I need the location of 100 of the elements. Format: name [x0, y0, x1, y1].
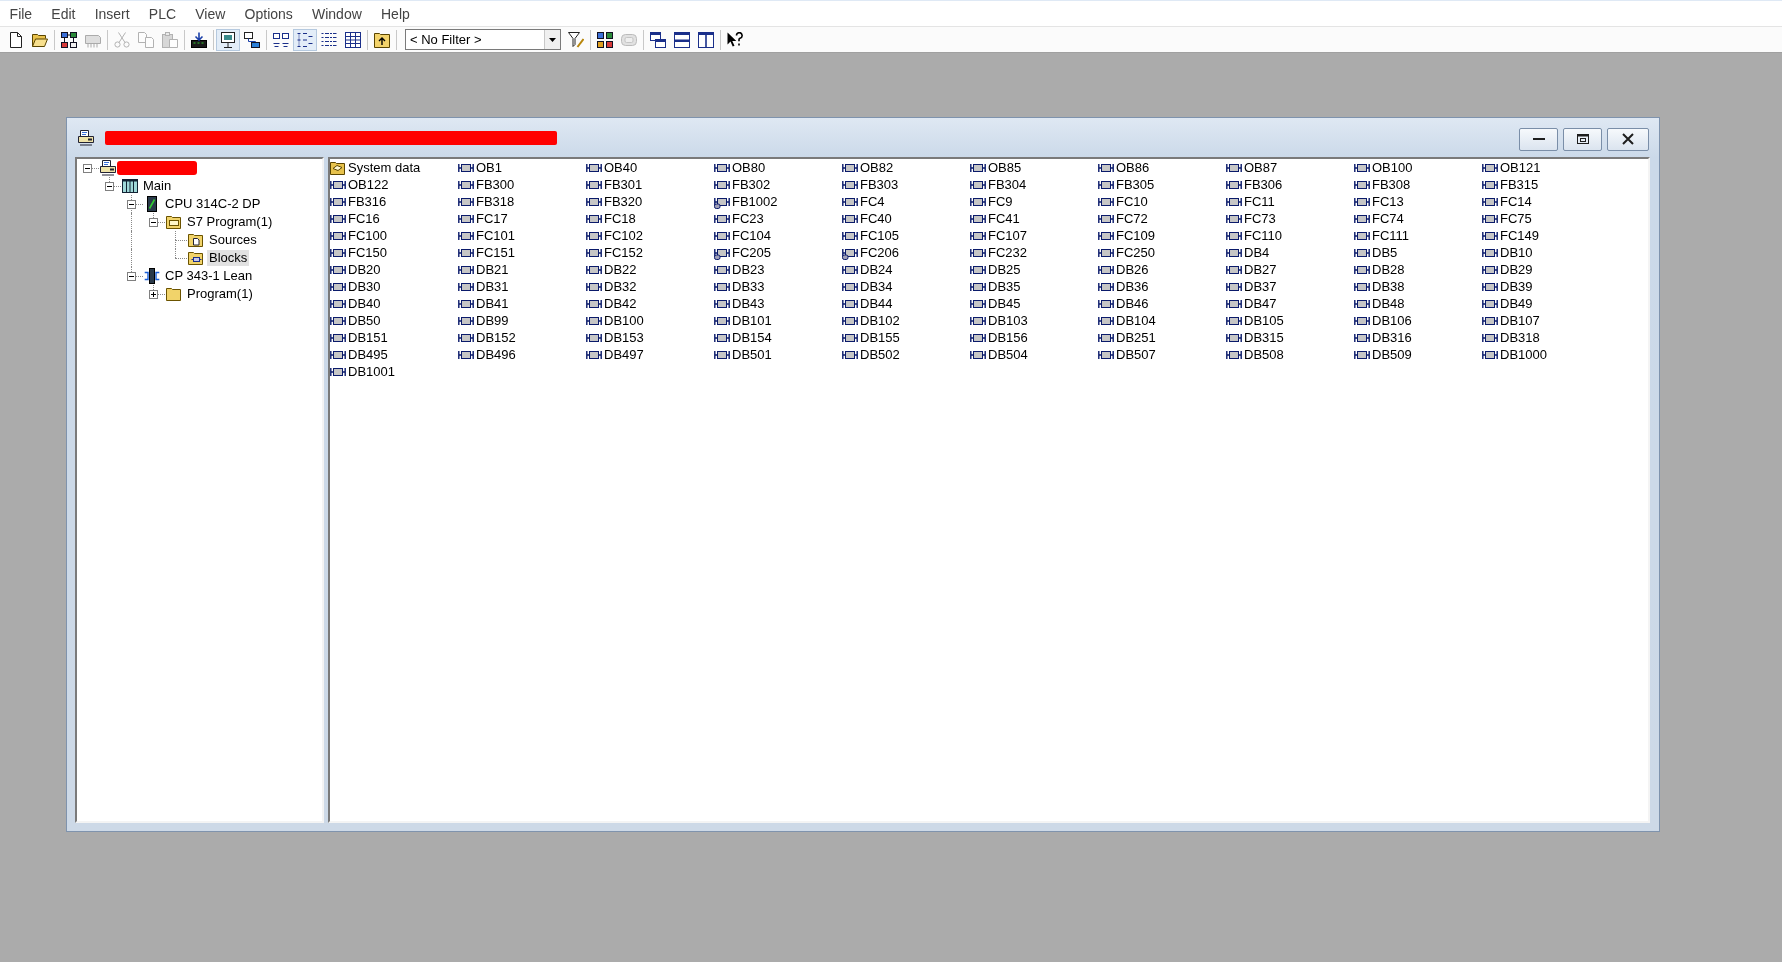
tree-item[interactable]: Main	[141, 178, 174, 194]
maximize-button[interactable]	[1563, 127, 1602, 151]
list-item[interactable]: DB44	[859, 296, 894, 311]
list-item[interactable]: DB29	[1499, 262, 1534, 277]
menu-item[interactable]: View	[185, 3, 235, 24]
list-item[interactable]: DB508	[1243, 347, 1285, 362]
tree-item[interactable]: Program(1)	[185, 286, 255, 302]
list-item[interactable]: DB102	[859, 313, 901, 328]
list-item[interactable]: DB46	[1115, 296, 1150, 311]
list-item[interactable]: DB45	[987, 296, 1022, 311]
list-item[interactable]: DB151	[347, 330, 389, 345]
list-item[interactable]: DB107	[1499, 313, 1541, 328]
list-item[interactable]: FC205	[731, 245, 773, 260]
list-item[interactable]: FC250	[1115, 245, 1157, 260]
list-item[interactable]: FC18	[603, 211, 637, 226]
list-item[interactable]: DB1001	[347, 364, 396, 379]
list-item[interactable]: DB43	[731, 296, 766, 311]
menu-item[interactable]: Window	[302, 3, 372, 24]
small-icons-button[interactable]	[293, 28, 317, 51]
list-item[interactable]: DB504	[987, 347, 1029, 362]
plus-box-icon[interactable]	[149, 290, 158, 299]
list-item[interactable]: DB497	[603, 347, 645, 362]
list-item[interactable]: DB496	[475, 347, 517, 362]
list-item[interactable]: DB20	[347, 262, 382, 277]
list-item[interactable]: DB47	[1243, 296, 1278, 311]
list-item[interactable]: FB304	[987, 177, 1028, 192]
minus-box-icon[interactable]	[105, 182, 114, 191]
list-item[interactable]: DB153	[603, 330, 645, 345]
list-item[interactable]: DB50	[347, 313, 382, 328]
list-item[interactable]: System data	[347, 160, 422, 175]
list-item[interactable]: OB87	[1243, 160, 1279, 175]
list-item[interactable]: DB23	[731, 262, 766, 277]
list-item[interactable]: DB49	[1499, 296, 1534, 311]
minimize-button[interactable]	[1519, 127, 1558, 151]
list-item[interactable]: FB301	[603, 177, 644, 192]
tree-item[interactable]: CP 343-1 Lean	[163, 268, 255, 284]
list-item[interactable]: FC16	[347, 211, 381, 226]
list-item[interactable]: OB1	[475, 160, 503, 175]
list-item[interactable]: DB502	[859, 347, 901, 362]
list-item[interactable]: OB100	[1371, 160, 1414, 175]
list-item[interactable]: DB26	[1115, 262, 1150, 277]
list-item[interactable]: FC40	[859, 211, 893, 226]
list-item[interactable]: FB305	[1115, 177, 1156, 192]
list-item[interactable]: DB103	[987, 313, 1029, 328]
offline-button[interactable]	[216, 28, 240, 51]
list-item[interactable]: FC9	[987, 194, 1014, 209]
list-item[interactable]: DB33	[731, 279, 766, 294]
list-item[interactable]: FC72	[1115, 211, 1149, 226]
list-item[interactable]: OB86	[1115, 160, 1151, 175]
list-item[interactable]: DB507	[1115, 347, 1157, 362]
list-item[interactable]: DB315	[1243, 330, 1285, 345]
list-item[interactable]: FC110	[1243, 228, 1284, 243]
menu-item[interactable]: Edit	[41, 3, 86, 24]
list-item[interactable]: DB318	[1499, 330, 1541, 345]
list-item[interactable]: DB99	[475, 313, 510, 328]
list-item[interactable]: DB28	[1371, 262, 1406, 277]
list-item[interactable]: DB155	[859, 330, 901, 345]
list-item[interactable]: FB303	[859, 177, 900, 192]
list-item[interactable]: FC73	[1243, 211, 1277, 226]
list-item[interactable]: FB306	[1243, 177, 1284, 192]
list-item[interactable]: FC206	[859, 245, 901, 260]
list-item[interactable]: DB30	[347, 279, 382, 294]
list-item[interactable]: FC149	[1499, 228, 1541, 243]
tree-item[interactable]: Blocks	[207, 250, 250, 266]
list-item[interactable]: DB31	[475, 279, 510, 294]
list-item[interactable]: DB27	[1243, 262, 1278, 277]
menu-item[interactable]: Help	[371, 3, 420, 24]
list-item[interactable]: FC152	[603, 245, 645, 260]
list-item[interactable]: DB10	[1499, 245, 1534, 260]
list-item[interactable]: FB300	[475, 177, 516, 192]
list-item[interactable]: FC107	[987, 228, 1029, 243]
list-item[interactable]: FC102	[603, 228, 645, 243]
list-item[interactable]: OB82	[859, 160, 895, 175]
list-item[interactable]: DB104	[1115, 313, 1157, 328]
list-item[interactable]: DB34	[859, 279, 894, 294]
list-item[interactable]: DB152	[475, 330, 517, 345]
list-item[interactable]: OB80	[731, 160, 767, 175]
list-item[interactable]: DB24	[859, 262, 894, 277]
list-item[interactable]: OB40	[603, 160, 639, 175]
list-item[interactable]: DB495	[347, 347, 389, 362]
list-item[interactable]: DB154	[731, 330, 773, 345]
list-item[interactable]: FC13	[1371, 194, 1405, 209]
list-item[interactable]: FB302	[731, 177, 772, 192]
list-item[interactable]: FC105	[859, 228, 901, 243]
minus-box-icon[interactable]	[127, 272, 136, 281]
list-item[interactable]: DB156	[987, 330, 1029, 345]
list-item[interactable]: DB21	[475, 262, 510, 277]
list-item[interactable]: DB105	[1243, 313, 1285, 328]
list-item[interactable]: DB40	[347, 296, 382, 311]
list-item[interactable]: FC17	[475, 211, 509, 226]
list-item[interactable]: DB35	[987, 279, 1022, 294]
list-item[interactable]: DB101	[731, 313, 773, 328]
list-item[interactable]: FC100	[347, 228, 389, 243]
list-item[interactable]: FC150	[347, 245, 389, 260]
list-item[interactable]: FC11	[1243, 194, 1276, 209]
list-item[interactable]: FB315	[1499, 177, 1540, 192]
list-item[interactable]: FC10	[1115, 194, 1149, 209]
filter-combo[interactable]: < No Filter >	[405, 29, 561, 50]
list-item[interactable]: DB32	[603, 279, 638, 294]
menu-item[interactable]: PLC	[139, 3, 186, 24]
